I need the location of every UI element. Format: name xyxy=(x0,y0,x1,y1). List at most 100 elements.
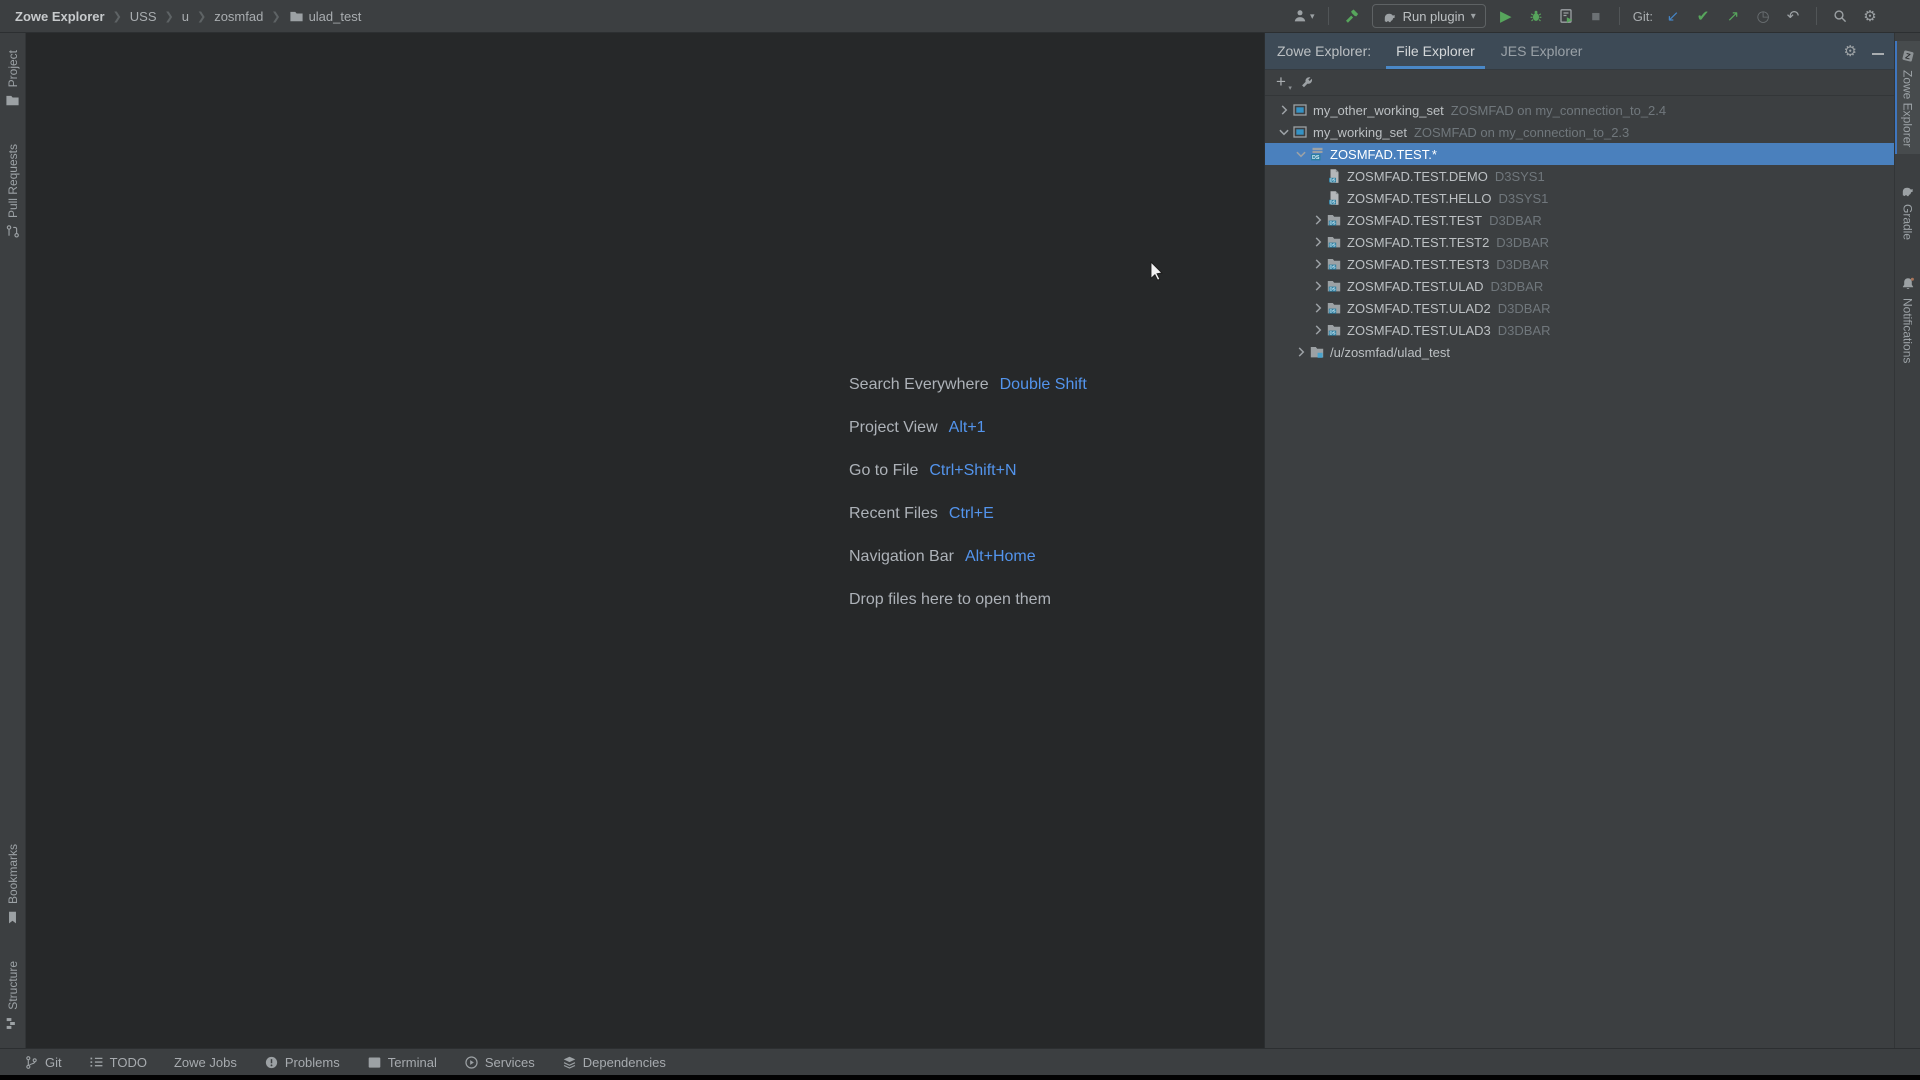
breadcrumb-item-zosmfad[interactable]: zosmfad xyxy=(214,9,263,24)
git-commit-button[interactable]: ✔ xyxy=(1693,5,1713,27)
shortcut-hint-line: Navigation BarAlt+Home xyxy=(849,535,1087,578)
chevron-right-icon[interactable] xyxy=(1309,256,1326,272)
gear-icon: ⚙ xyxy=(1844,43,1857,60)
wrench-icon xyxy=(1299,75,1314,90)
coverage-icon xyxy=(1558,8,1574,24)
tree-row[interactable]: DSZOSMFAD.TEST.ULAD2D3DBAR xyxy=(1265,297,1894,319)
tree-row[interactable]: DSZOSMFAD.TEST.TESTD3DBAR xyxy=(1265,209,1894,231)
main-area: ProjectPull Requests BookmarksStructure … xyxy=(0,33,1920,1048)
chevron-down-icon[interactable] xyxy=(1275,124,1292,140)
breadcrumb-item-uss[interactable]: USS xyxy=(130,9,157,24)
breadcrumb-item-zowe-explorer[interactable]: Zowe Explorer xyxy=(15,9,105,24)
chevron-right-icon[interactable] xyxy=(1275,102,1292,118)
tool-strip-button-pull-requests[interactable]: Pull Requests xyxy=(0,137,26,246)
tool-window-button-services[interactable]: Services xyxy=(464,1055,535,1070)
breadcrumb-separator: ❯ xyxy=(271,10,280,23)
tool-window-button-zowe-jobs[interactable]: Zowe Jobs xyxy=(174,1055,237,1070)
breadcrumb: Zowe Explorer❯USS❯u❯zosmfad❯ulad_test xyxy=(15,9,361,24)
chevron-right-icon[interactable] xyxy=(1309,212,1326,228)
add-button[interactable]: +▾ xyxy=(1276,73,1286,92)
tree-row[interactable]: my_working_setZOSMFAD on my_connection_t… xyxy=(1265,121,1894,143)
tree-row[interactable]: DSZOSMFAD.TEST.HELLOD3SYS1 xyxy=(1265,187,1894,209)
tree-row[interactable]: DSZOSMFAD.TEST.DEMOD3SYS1 xyxy=(1265,165,1894,187)
tree-row[interactable]: /u/zosmfad/ulad_test xyxy=(1265,341,1894,363)
tool-strip-button-structure[interactable]: Structure xyxy=(0,954,26,1038)
profile-avatar[interactable] xyxy=(1890,5,1910,27)
tool-window-button-todo[interactable]: TODO xyxy=(89,1055,147,1070)
tool-window-button-label: Git xyxy=(45,1055,62,1070)
tree-node-name: ZOSMFAD.TEST.TEST2 xyxy=(1347,235,1489,250)
working-set-icon xyxy=(1292,102,1312,118)
tree-row[interactable]: my_other_working_setZOSMFAD on my_connec… xyxy=(1265,99,1894,121)
shortcut-keys: Alt+1 xyxy=(949,419,986,437)
tab-jes-explorer[interactable]: JES Explorer xyxy=(1488,33,1596,69)
tool-strip-button-project[interactable]: Project xyxy=(0,43,26,115)
tool-strip-button-zowe-explorer[interactable]: ZZowe Explorer xyxy=(1895,41,1920,154)
left-tool-strip: Project Pull Requests Bookmarks Structure xyxy=(0,33,26,1048)
chevron-right-icon[interactable] xyxy=(1309,234,1326,250)
breadcrumb-item-ulad-test[interactable]: ulad_test xyxy=(289,9,362,24)
chevron-right-icon[interactable] xyxy=(1309,300,1326,316)
dataset-folder-icon: DS xyxy=(1326,300,1346,316)
tool-strip-button-notifications[interactable]: Notifications xyxy=(1895,269,1920,370)
tool-strip-label: Zowe Explorer xyxy=(1901,70,1915,147)
tree-node-detail: D3SYS1 xyxy=(1498,191,1548,206)
tree-row[interactable]: DSZOSMFAD.TEST.ULAD3D3DBAR xyxy=(1265,319,1894,341)
tool-window-button-problems[interactable]: Problems xyxy=(264,1055,340,1070)
mouse-cursor xyxy=(1150,261,1168,281)
svg-text:DS: DS xyxy=(1329,221,1335,226)
tree-row[interactable]: DSZOSMFAD.TEST.* xyxy=(1265,143,1894,165)
run-coverage-button[interactable] xyxy=(1556,5,1576,27)
dataset-folder-icon: DS xyxy=(1326,278,1346,294)
search-everywhere-button[interactable] xyxy=(1830,5,1850,27)
git-push-button[interactable]: ↗ xyxy=(1723,5,1743,27)
history-button[interactable]: ◷ xyxy=(1753,5,1773,27)
stop-button[interactable]: ■ xyxy=(1586,5,1606,27)
chevron-right-icon[interactable] xyxy=(1309,278,1326,294)
tree-node-name: ZOSMFAD.TEST.TEST xyxy=(1347,213,1482,228)
tree-row[interactable]: DSZOSMFAD.TEST.ULADD3DBAR xyxy=(1265,275,1894,297)
structure-icon xyxy=(5,1016,20,1031)
tree-row[interactable]: DSZOSMFAD.TEST.TEST2D3DBAR xyxy=(1265,231,1894,253)
chevron-down-icon[interactable] xyxy=(1292,146,1309,162)
tool-window-button-terminal[interactable]: Terminal xyxy=(367,1055,437,1070)
chevron-right-icon[interactable] xyxy=(1309,322,1326,338)
shortcut-action-label: Project View xyxy=(849,419,938,437)
breadcrumb-separator: ❯ xyxy=(197,10,206,23)
dataset-folder-icon: DS xyxy=(1326,234,1346,250)
tab-file-explorer[interactable]: File Explorer xyxy=(1383,33,1488,69)
tool-strip-button-gradle[interactable]: Gradle xyxy=(1895,176,1920,247)
tree-node-detail: ZOSMFAD on my_connection_to_2.3 xyxy=(1414,125,1629,140)
breadcrumb-separator: ❯ xyxy=(113,10,122,23)
debug-button[interactable] xyxy=(1526,5,1546,27)
run-configuration-select[interactable]: Run plugin▾ xyxy=(1372,4,1486,28)
build-project-button[interactable] xyxy=(1342,5,1362,27)
tree-node-name: ZOSMFAD.TEST.* xyxy=(1330,147,1437,162)
run-button[interactable]: ▶ xyxy=(1496,5,1516,27)
tool-window-button-git[interactable]: Git xyxy=(24,1055,62,1070)
tool-strip-button-bookmarks[interactable]: Bookmarks xyxy=(0,837,26,932)
search-icon xyxy=(1832,8,1848,24)
rollback-button[interactable]: ↶ xyxy=(1783,5,1803,27)
user-icon xyxy=(1292,8,1308,24)
tool-window-button-dependencies[interactable]: Dependencies xyxy=(562,1055,666,1070)
edit-config-button[interactable] xyxy=(1299,75,1314,90)
minimize-button[interactable] xyxy=(1872,42,1884,60)
plus-icon: +▾ xyxy=(1276,74,1286,91)
tree-row[interactable]: DSZOSMFAD.TEST.TEST3D3DBAR xyxy=(1265,253,1894,275)
hammer-icon xyxy=(1344,8,1360,24)
tool-strip-label: Gradle xyxy=(1901,204,1915,240)
dataset-mask-icon: DS xyxy=(1309,146,1329,162)
git-update-button[interactable]: ↙ xyxy=(1663,5,1683,27)
panel-settings-button[interactable]: ⚙ xyxy=(1844,42,1857,61)
settings-button[interactable]: ⚙ xyxy=(1860,5,1880,27)
panel-toolbar: +▾ xyxy=(1265,70,1894,96)
user-menu-button[interactable]: ▾ xyxy=(1292,5,1315,27)
panel-title: Zowe Explorer: xyxy=(1277,33,1371,69)
bell-icon xyxy=(1900,276,1916,292)
minimize-icon xyxy=(1872,42,1884,59)
empty-editor-shortcut-hints: Search EverywhereDouble ShiftProject Vie… xyxy=(849,363,1087,621)
shortcut-keys: Ctrl+E xyxy=(949,505,994,523)
chevron-right-icon[interactable] xyxy=(1292,344,1309,360)
breadcrumb-item-u[interactable]: u xyxy=(182,9,189,24)
